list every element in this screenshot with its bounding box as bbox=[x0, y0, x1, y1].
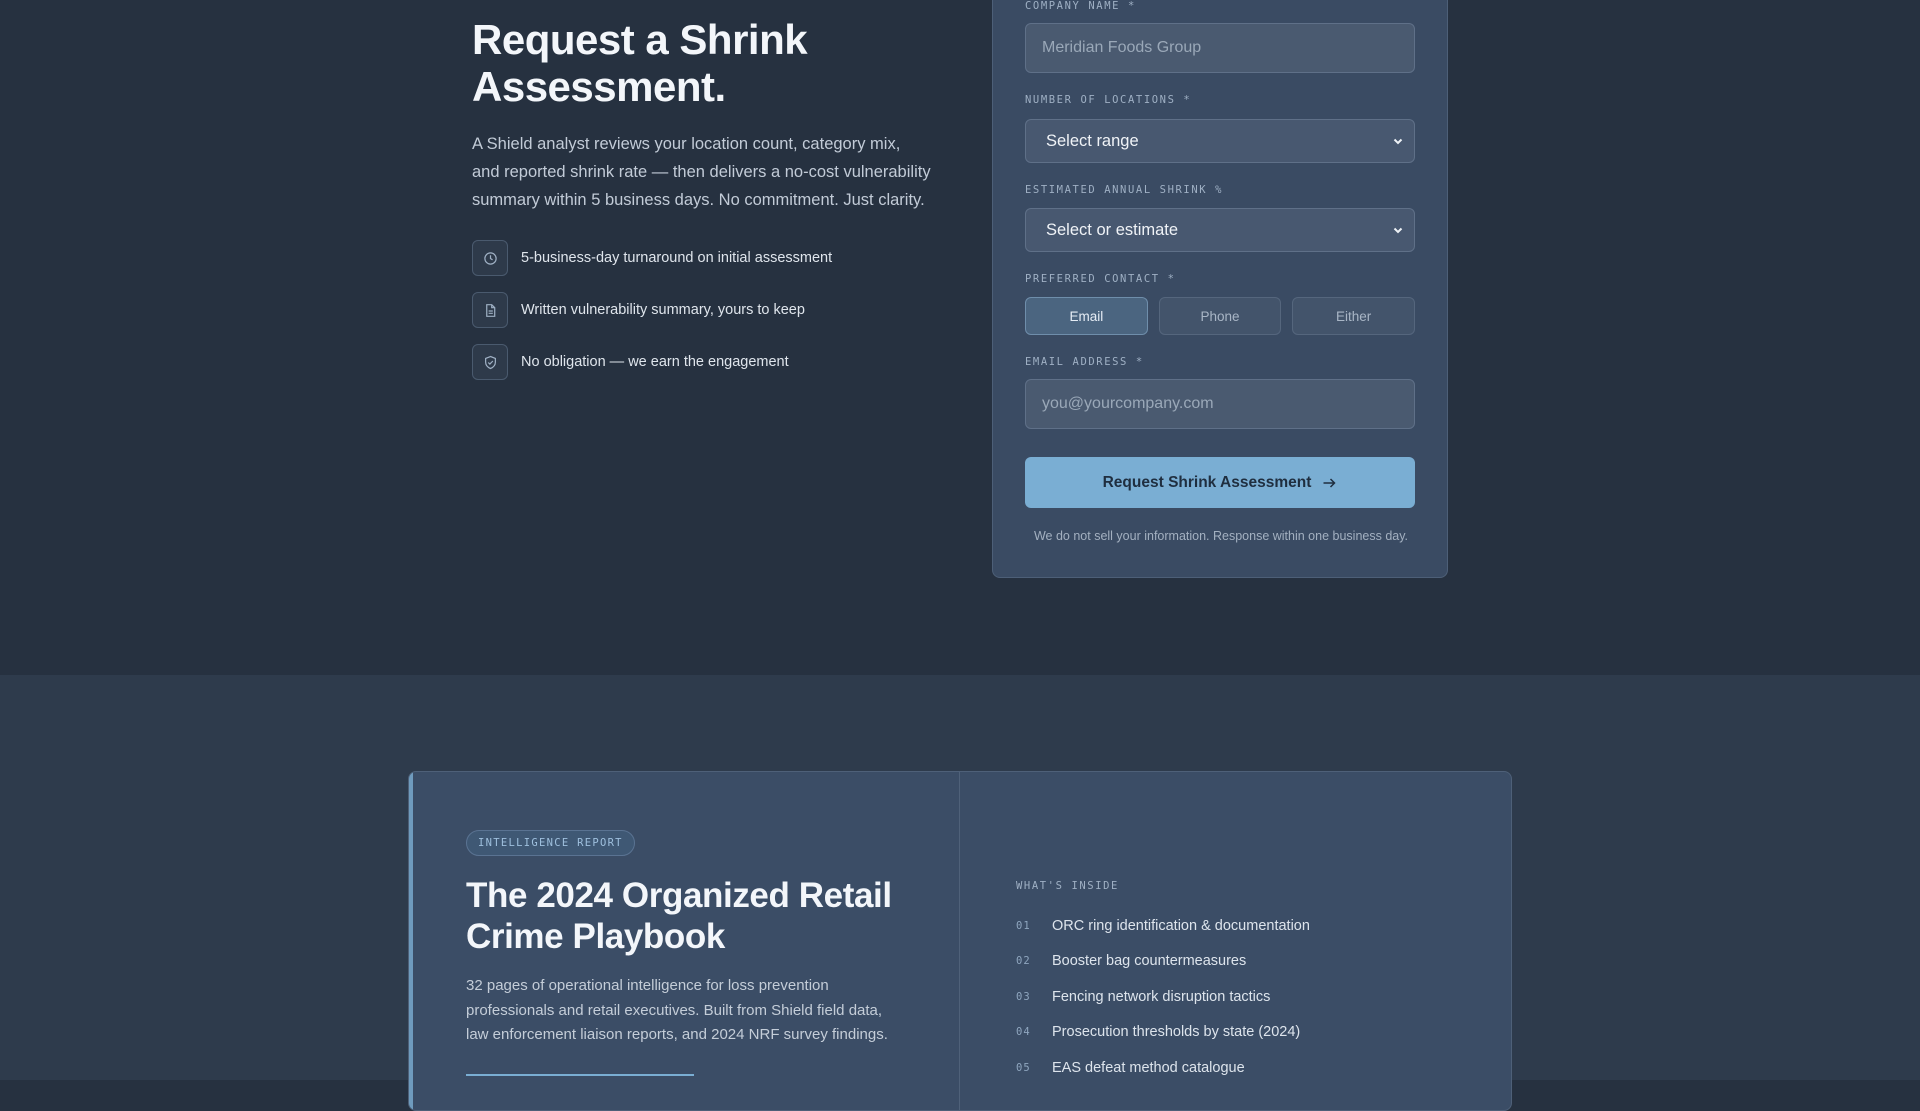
contact-label: PREFERRED CONTACT * bbox=[1025, 273, 1176, 285]
submit-button-label: Request Shrink Assessment bbox=[1102, 473, 1312, 491]
benefit-text: 5-business-day turnaround on initial ass… bbox=[521, 250, 833, 266]
arrow-right-icon bbox=[1323, 477, 1336, 488]
locations-select[interactable]: Select range bbox=[1025, 119, 1415, 163]
shield-check-icon bbox=[472, 344, 508, 380]
contact-option-phone[interactable]: Phone bbox=[1158, 297, 1282, 335]
shrink-label: ESTIMATED ANNUAL SHRINK % bbox=[1025, 184, 1224, 196]
hero-copy: Request a Shrink Assessment. A Shield an… bbox=[472, 16, 932, 396]
list-item: 01 ORC ring identification & documentati… bbox=[1016, 908, 1310, 944]
company-name-input[interactable] bbox=[1025, 23, 1415, 73]
item-text: ORC ring identification & documentation bbox=[1052, 917, 1310, 934]
report-badge: INTELLIGENCE REPORT bbox=[466, 830, 635, 856]
item-text: Prosecution thresholds by state (2024) bbox=[1052, 1024, 1301, 1041]
report-section: INTELLIGENCE REPORT The 2024 Organized R… bbox=[0, 675, 1920, 1111]
list-item: 05 EAS defeat method catalogue bbox=[1016, 1050, 1310, 1086]
item-number: 02 bbox=[1016, 955, 1031, 968]
assessment-form: COMPANY NAME * NUMBER OF LOCATIONS * Sel… bbox=[992, 0, 1448, 578]
email-label: EMAIL ADDRESS * bbox=[1025, 356, 1144, 368]
item-number: 05 bbox=[1016, 1061, 1031, 1074]
report-title: The 2024 Organized Retail Crime Playbook bbox=[466, 876, 892, 956]
list-item: 04 Prosecution thresholds by state (2024… bbox=[1016, 1015, 1310, 1051]
item-text: EAS defeat method catalogue bbox=[1052, 1059, 1245, 1076]
list-item: 02 Booster bag countermeasures bbox=[1016, 944, 1310, 980]
contact-option-email[interactable]: Email bbox=[1025, 297, 1148, 335]
report-description: 32 pages of operational intelligence for… bbox=[466, 977, 888, 1043]
card-accent-bar bbox=[409, 772, 413, 1110]
page-title: Request a Shrink Assessment. bbox=[472, 16, 808, 110]
assessment-section: Request a Shrink Assessment. A Shield an… bbox=[0, 0, 1920, 675]
benefit-item: Written vulnerability summary, yours to … bbox=[472, 292, 932, 328]
shrink-select[interactable]: Select or estimate bbox=[1025, 208, 1415, 252]
locations-label: NUMBER OF LOCATIONS * bbox=[1025, 94, 1192, 106]
shrink-select-value: Select or estimate bbox=[1046, 220, 1179, 239]
benefit-text: Written vulnerability summary, yours to … bbox=[521, 302, 805, 318]
list-item: 03 Fencing network disruption tactics bbox=[1016, 979, 1310, 1015]
privacy-disclaimer: We do not sell your information. Respons… bbox=[1033, 529, 1409, 543]
benefit-list: 5-business-day turnaround on initial ass… bbox=[472, 240, 932, 380]
request-assessment-button[interactable]: Request Shrink Assessment bbox=[1025, 457, 1415, 508]
benefit-item: No obligation — we earn the engagement bbox=[472, 344, 932, 380]
clock-icon bbox=[472, 240, 508, 276]
whats-inside-list: 01 ORC ring identification & documentati… bbox=[1016, 908, 1310, 1086]
report-download-button[interactable] bbox=[466, 1074, 694, 1076]
item-number: 01 bbox=[1016, 919, 1031, 932]
chevron-down-icon bbox=[1393, 138, 1403, 145]
document-icon bbox=[472, 292, 508, 328]
benefit-item: 5-business-day turnaround on initial ass… bbox=[472, 240, 932, 276]
contact-toggle-group: Email Phone Either bbox=[1025, 297, 1416, 335]
report-card: INTELLIGENCE REPORT The 2024 Organized R… bbox=[408, 771, 1512, 1111]
whats-inside-label: WHAT'S INSIDE bbox=[1016, 880, 1119, 892]
chevron-down-icon bbox=[1393, 227, 1403, 234]
item-text: Booster bag countermeasures bbox=[1052, 953, 1247, 970]
contact-option-either[interactable]: Either bbox=[1292, 297, 1416, 335]
item-number: 04 bbox=[1016, 1026, 1031, 1039]
benefit-text: No obligation — we earn the engagement bbox=[521, 354, 789, 370]
email-input[interactable] bbox=[1025, 379, 1415, 429]
item-number: 03 bbox=[1016, 990, 1031, 1003]
card-divider bbox=[959, 772, 960, 1110]
hero-description: A Shield analyst reviews your location c… bbox=[472, 135, 931, 209]
item-text: Fencing network disruption tactics bbox=[1052, 988, 1271, 1005]
company-name-label: COMPANY NAME * bbox=[1025, 0, 1136, 12]
locations-select-value: Select range bbox=[1046, 131, 1139, 150]
